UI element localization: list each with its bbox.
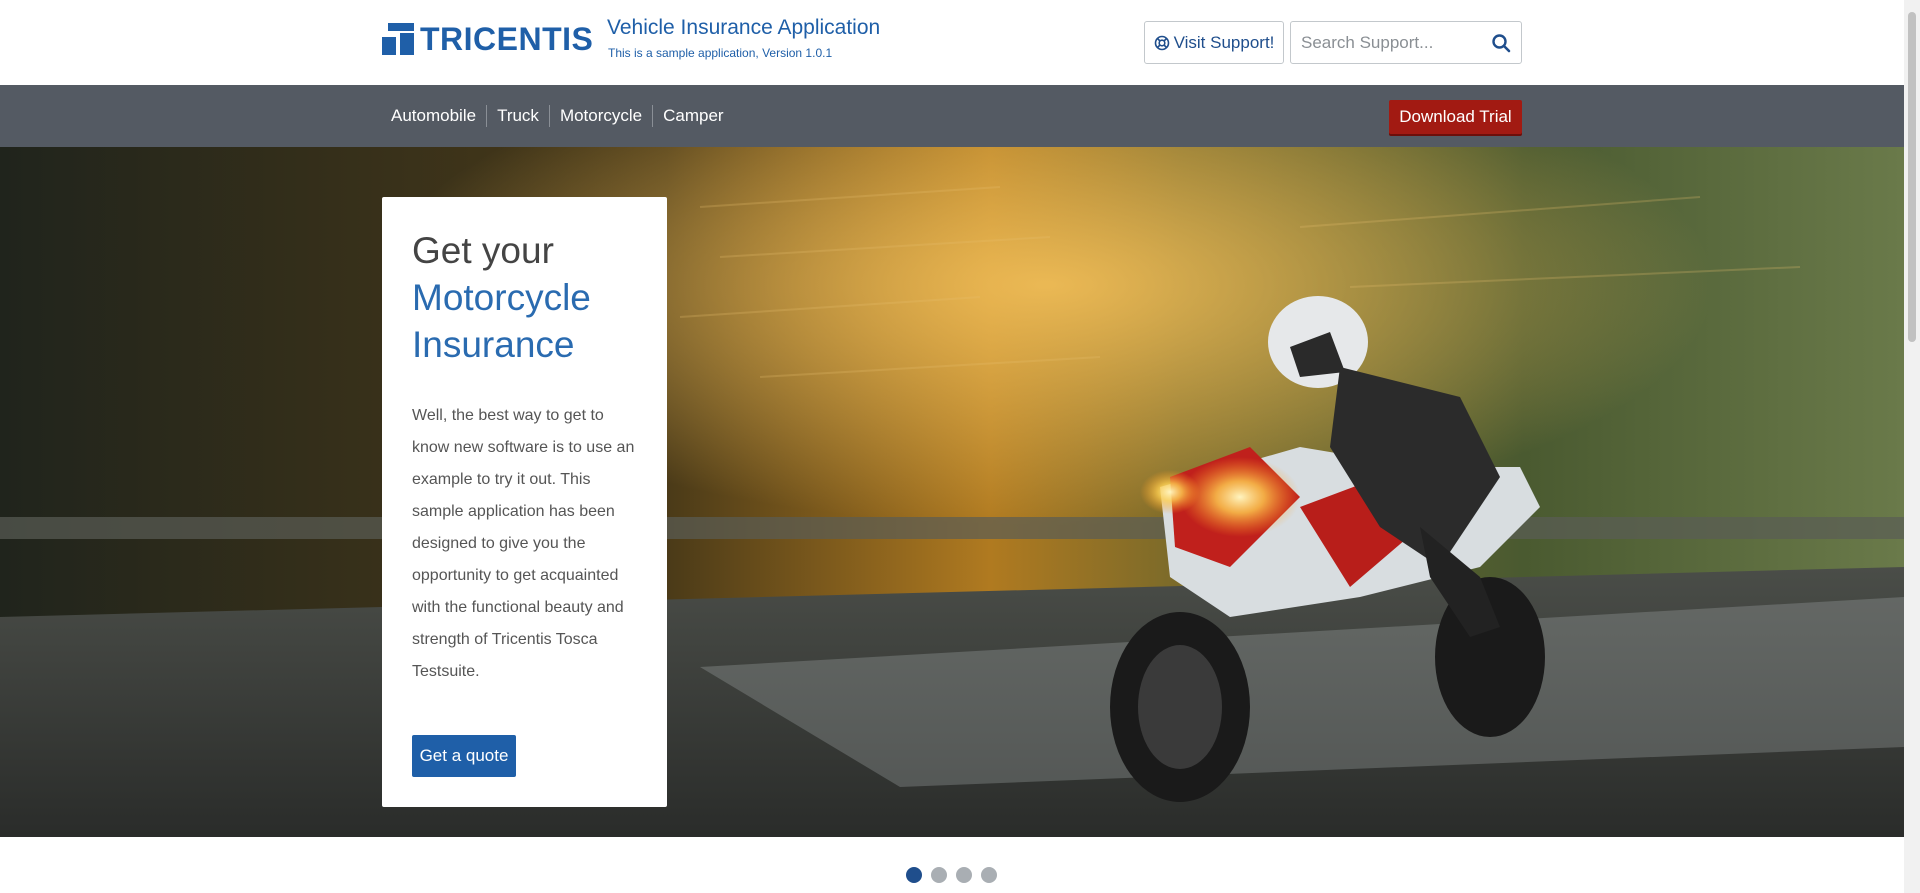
nav-truck[interactable]: Truck: [486, 105, 549, 127]
visit-support-button[interactable]: Visit Support!: [1144, 21, 1284, 64]
search-support-input[interactable]: [1291, 22, 1487, 63]
scrollbar-thumb[interactable]: [1908, 12, 1916, 342]
logo-wordmark: TRICENTIS: [420, 21, 594, 57]
carousel-dot-1[interactable]: [906, 867, 922, 883]
site-header: TRICENTIS Vehicle Insurance Application …: [0, 0, 1904, 85]
nav-motorcycle[interactable]: Motorcycle: [548, 105, 652, 127]
app-title: Vehicle Insurance Application: [607, 16, 881, 39]
search-support-box: [1290, 21, 1522, 64]
hero-heading-highlight: Motorcycle Insurance: [412, 277, 591, 365]
nav-camper[interactable]: Camper: [652, 105, 733, 127]
carousel-dot-4[interactable]: [981, 867, 997, 883]
hero-motorcycle-image: [0, 147, 1904, 837]
hero-card: Get your Motorcycle Insurance Well, the …: [382, 197, 667, 807]
hero-description: Well, the best way to get to know new so…: [412, 407, 635, 680]
hero-carousel: Get your Motorcycle Insurance Well, the …: [0, 147, 1904, 837]
download-trial-button[interactable]: Download Trial: [1389, 100, 1522, 134]
app-version-subtitle: This is a sample application, Version 1.…: [608, 46, 833, 60]
get-a-quote-button[interactable]: Get a quote: [412, 735, 516, 777]
tricentis-logo[interactable]: TRICENTIS: [382, 23, 593, 55]
vertical-scrollbar[interactable]: [1904, 0, 1920, 893]
visit-support-label: Visit Support!: [1173, 32, 1275, 52]
lifebuoy-icon: [1154, 35, 1169, 50]
carousel-dot-3[interactable]: [956, 867, 972, 883]
search-icon[interactable]: [1491, 33, 1511, 53]
hero-heading-line1: Get your: [412, 230, 554, 271]
main-navbar: Automobile Truck Motorcycle Camper Downl…: [0, 85, 1904, 147]
tricentis-logo-mark-icon: [382, 23, 414, 55]
nav-automobile[interactable]: Automobile: [381, 105, 486, 127]
vehicle-type-nav: Automobile Truck Motorcycle Camper: [381, 85, 734, 147]
carousel-indicators: [906, 867, 997, 883]
carousel-dot-2[interactable]: [931, 867, 947, 883]
hero-heading: Get your Motorcycle Insurance: [412, 227, 652, 368]
